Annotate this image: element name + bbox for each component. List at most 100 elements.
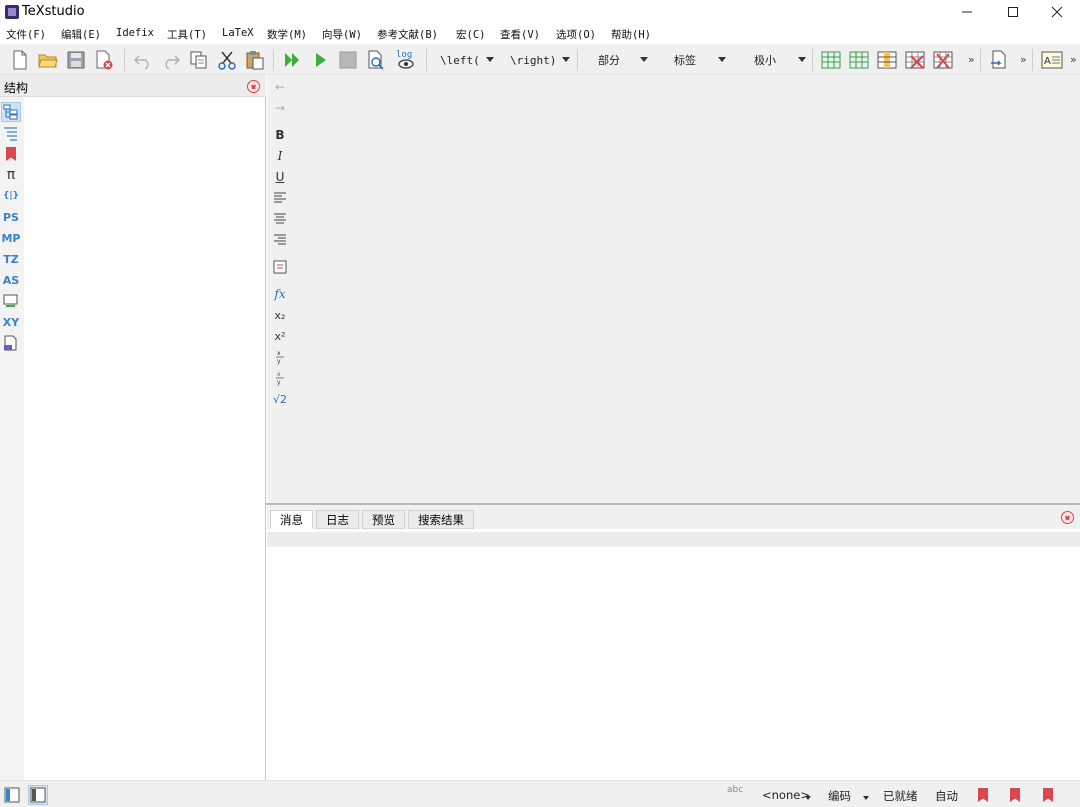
minimize-button[interactable]	[944, 0, 990, 24]
user-commands-button[interactable]	[1, 291, 21, 311]
toc-button[interactable]	[1, 123, 21, 143]
superscript-button[interactable]: x²	[269, 326, 291, 346]
label-combo[interactable]: 标签	[660, 49, 728, 71]
brackets-button[interactable]: {|}	[1, 186, 21, 206]
pdf-sync-button[interactable]	[987, 48, 1011, 72]
table-add-column-button[interactable]	[875, 48, 899, 72]
sectioning-combo[interactable]: 部分	[586, 49, 650, 71]
editor-area[interactable]: ← → B I U fx x₂ x² xy xy √2	[267, 75, 1080, 503]
open-file-button[interactable]	[36, 48, 60, 72]
toggle-structure-button[interactable]	[2, 785, 22, 805]
maximize-button[interactable]	[990, 0, 1036, 24]
back-button[interactable]: ←	[269, 77, 291, 97]
redo-button[interactable]	[159, 48, 183, 72]
bookmark-3-button[interactable]	[1038, 785, 1058, 805]
menu-options[interactable]: 选项(O)	[556, 27, 596, 42]
italic-button[interactable]: I	[269, 146, 291, 166]
save-button[interactable]	[64, 48, 88, 72]
close-icon	[1051, 6, 1063, 18]
cut-button[interactable]	[215, 48, 239, 72]
view-pdf-button[interactable]	[364, 48, 388, 72]
table-remove-column-button[interactable]	[931, 48, 955, 72]
tab-preview[interactable]: 预览	[362, 510, 405, 529]
svg-text:y: y	[277, 379, 281, 386]
bookmark-1-button[interactable]	[973, 785, 993, 805]
menu-view[interactable]: 查看(V)	[500, 27, 540, 42]
right-bracket-combo[interactable]: \right)	[506, 49, 572, 71]
chevron-down-icon	[486, 57, 494, 62]
dfrac-icon: xy	[276, 371, 284, 386]
toolbar-separator	[1032, 49, 1033, 71]
tab-messages[interactable]: 消息	[270, 510, 313, 529]
insert-table-button[interactable]	[819, 48, 843, 72]
close-panel-icon[interactable]	[1061, 511, 1074, 524]
toolbar-separator	[124, 49, 125, 71]
tab-log[interactable]: 日志	[316, 510, 359, 529]
toolbar-overflow-button[interactable]: »	[968, 53, 975, 66]
close-window-button[interactable]	[1034, 0, 1080, 24]
bold-button[interactable]: B	[269, 125, 291, 145]
toolbar-overflow-button[interactable]: »	[1070, 53, 1077, 66]
compile-button[interactable]	[308, 48, 332, 72]
copy-button[interactable]	[187, 48, 211, 72]
subscript-button[interactable]: x₂	[269, 305, 291, 325]
text-frame-button[interactable]: A	[1040, 48, 1064, 72]
stop-button[interactable]	[336, 48, 360, 72]
asymptote-button[interactable]: AS	[1, 270, 21, 290]
bookmark-2-button[interactable]	[1005, 785, 1025, 805]
menu-tools[interactable]: 工具(T)	[167, 27, 207, 42]
menu-latex[interactable]: LaTeX	[222, 27, 254, 39]
paste-button[interactable]	[243, 48, 267, 72]
view-log-button[interactable]: log	[393, 48, 417, 72]
pstricks-button[interactable]: PS	[1, 207, 21, 227]
math-symbols-button[interactable]: π	[1, 165, 21, 185]
undo-button[interactable]	[131, 48, 155, 72]
menu-bar: 文件(F) 编辑(E) Idefix 工具(T) LaTeX 数学(M) 向导(…	[0, 24, 1080, 44]
align-left-button[interactable]	[269, 188, 291, 208]
user-commands-icon	[3, 294, 18, 307]
table-remove-row-button[interactable]	[903, 48, 927, 72]
xymatrix-button[interactable]: XY	[1, 312, 21, 332]
underline-button[interactable]: U	[269, 167, 291, 187]
align-right-button[interactable]	[269, 230, 291, 250]
tab-search-results[interactable]: 搜索结果	[408, 510, 474, 529]
menu-bibliography[interactable]: 参考文献(B)	[377, 27, 438, 42]
tikz-button[interactable]: TZ	[1, 249, 21, 269]
left-bracket-combo[interactable]: \left(	[436, 49, 496, 71]
toolbar-separator	[273, 49, 274, 71]
menu-file[interactable]: 文件(F)	[6, 27, 46, 42]
templates-button[interactable]	[1, 333, 21, 353]
align-center-button[interactable]	[269, 209, 291, 229]
chevron-down-icon	[863, 796, 869, 800]
table-add-row-button[interactable]	[847, 48, 871, 72]
menu-help[interactable]: 帮助(H)	[611, 27, 651, 42]
menu-edit[interactable]: 编辑(E)	[61, 27, 101, 42]
math-mode-button[interactable]: fx	[269, 284, 291, 304]
fraction-button[interactable]: xy	[269, 347, 291, 367]
menu-wizards[interactable]: 向导(W)	[322, 27, 362, 42]
language-selector[interactable]: <none>	[762, 788, 810, 802]
table-remove-row-icon	[905, 51, 925, 69]
forward-button[interactable]: →	[269, 98, 291, 118]
newline-button[interactable]	[269, 257, 291, 277]
menu-macros[interactable]: 宏(C)	[456, 27, 485, 42]
bookmark-icon	[1043, 788, 1053, 802]
bookmark-icon	[1010, 788, 1020, 802]
structure-tree-button[interactable]	[1, 102, 21, 122]
metapost-button[interactable]: MP	[1, 228, 21, 248]
bookmarks-button[interactable]	[1, 144, 21, 164]
sqrt-button[interactable]: √2	[269, 389, 291, 409]
menu-idefix[interactable]: Idefix	[116, 27, 154, 39]
encoding-selector[interactable]: 编码	[828, 788, 851, 804]
toolbar-overflow-button[interactable]: »	[1020, 53, 1027, 66]
dfrac-button[interactable]: xy	[269, 368, 291, 388]
new-file-button[interactable]	[8, 48, 32, 72]
spellcheck-icon[interactable]: abc	[727, 785, 743, 795]
line-ending-selector[interactable]: 自动	[935, 788, 958, 804]
font-size-combo[interactable]: 极小	[740, 49, 808, 71]
build-and-view-button[interactable]	[280, 48, 304, 72]
menu-math[interactable]: 数学(M)	[267, 27, 307, 42]
close-panel-icon[interactable]	[247, 80, 260, 93]
close-document-button[interactable]	[92, 48, 116, 72]
toggle-messages-button[interactable]	[28, 785, 48, 805]
